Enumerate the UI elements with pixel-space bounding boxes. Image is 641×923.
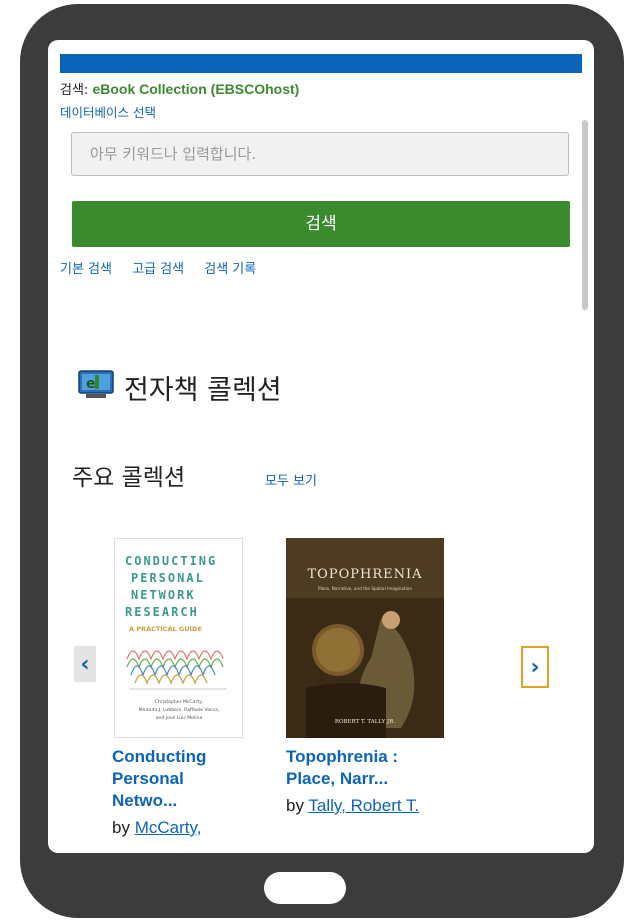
book-title-2[interactable]: Topophrenia : Place, Narr... xyxy=(286,746,398,790)
book-by-1: by xyxy=(112,818,135,837)
top-bar xyxy=(60,54,582,73)
book-author-link-2[interactable]: Tally, Robert T. xyxy=(308,796,419,815)
cover1-authors-2: Miranda J. Lubbers, Raffaele Vacca, xyxy=(139,707,220,713)
cover1-line-1: CONDUCTING xyxy=(125,554,217,568)
search-links: 기본 검색 고급 검색 검색 기록 xyxy=(60,258,272,277)
cover2-title: TOPOPHRENIA xyxy=(308,567,423,582)
book-title-1-line-3: Netwo... xyxy=(112,791,178,810)
book-author-link-1[interactable]: McCarty, xyxy=(135,818,202,837)
search-history-link[interactable]: 검색 기록 xyxy=(204,262,256,277)
ebook-icon: e xyxy=(78,370,114,398)
book-by-2: by xyxy=(286,796,309,815)
cover1-subtitle: A PRACTICAL GUIDE xyxy=(129,625,202,633)
book-title-2-line-2: Place, Narr... xyxy=(286,769,389,788)
book-author-1: by McCarty, xyxy=(112,818,201,838)
book-cover-1-art: CONDUCTING PERSONAL NETWORK RESEARCH A P… xyxy=(125,554,227,721)
basic-search-link[interactable]: 기본 검색 xyxy=(60,262,112,277)
book-title-1-line-2: Personal xyxy=(112,769,184,788)
book-cover-2-art: TOPOPHRENIA Place, Narrative, and the Sp… xyxy=(286,538,444,738)
cover1-line-4: RESEARCH xyxy=(125,605,199,619)
svg-text:e: e xyxy=(86,376,96,392)
view-all-link[interactable]: 모두 보기 xyxy=(265,470,317,489)
screen: 검색: eBook Collection (EBSCOhost) 데이터베이스 … xyxy=(48,40,594,853)
collection-name: eBook Collection (EBSCOhost) xyxy=(92,81,300,97)
cover1-authors-1: Christopher McCarty, xyxy=(155,699,204,705)
book-cover-2[interactable]: TOPOPHRENIA Place, Narrative, and the Sp… xyxy=(286,538,444,738)
featured-collection-heading: 주요 콜렉션 xyxy=(72,465,186,491)
ebook-collection-title: 전자책 콜렉션 xyxy=(124,375,282,406)
book-author-2: by Tally, Robert T. xyxy=(286,796,419,816)
select-database-link[interactable]: 데이터베이스 선택 xyxy=(60,102,156,121)
search-button[interactable]: 검색 xyxy=(72,201,570,247)
book-title-2-line-1: Topophrenia : xyxy=(286,747,399,766)
search-prefix: 검색: xyxy=(60,83,93,98)
advanced-search-link[interactable]: 고급 검색 xyxy=(132,262,184,277)
cover1-line-2: PERSONAL xyxy=(131,571,205,585)
cover2-author: ROBERT T. TALLY JR. xyxy=(335,719,396,725)
carousel-next-button[interactable]: › xyxy=(521,646,549,688)
search-scope-label: 검색: eBook Collection (EBSCOhost) xyxy=(60,79,299,98)
carousel-prev-button[interactable]: ‹ xyxy=(74,646,96,682)
cover1-authors-3: and José Luis Molina xyxy=(156,714,203,721)
home-button[interactable] xyxy=(264,872,346,904)
book-title-1-line-1: Conducting xyxy=(112,747,207,766)
book-title-1[interactable]: Conducting Personal Netwo... xyxy=(112,746,206,812)
book-cover-1[interactable]: CONDUCTING PERSONAL NETWORK RESEARCH A P… xyxy=(114,538,243,738)
search-input[interactable] xyxy=(71,132,569,176)
cover2-subtitle: Place, Narrative, and the Spatial Imagin… xyxy=(318,586,412,591)
chevron-left-icon: ‹ xyxy=(80,651,90,677)
cover1-line-3: NETWORK xyxy=(131,588,196,602)
scrollbar[interactable] xyxy=(582,120,588,310)
chevron-right-icon: › xyxy=(530,654,540,680)
